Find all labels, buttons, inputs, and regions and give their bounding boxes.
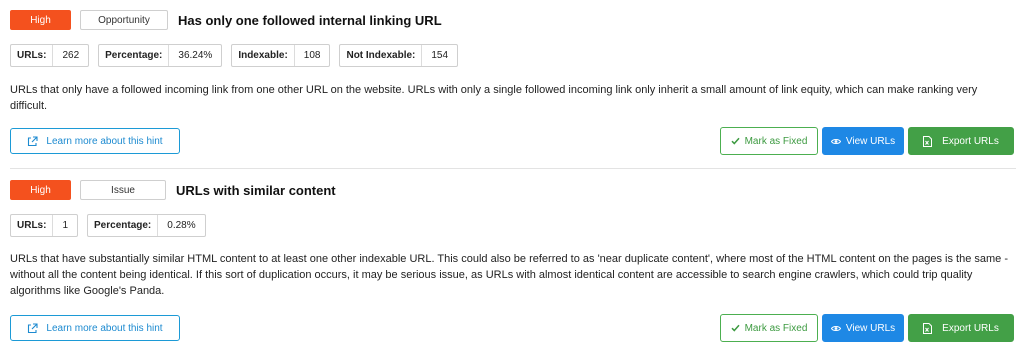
spreadsheet-icon [923,322,933,334]
type-badge: Opportunity [80,10,168,30]
stat-label: Percentage: [94,219,152,231]
learn-more-button[interactable]: Learn more about this hint [10,128,180,154]
hint-actions: Mark as Fixed View URLs Export URLs [716,314,1014,342]
hint-header: High Opportunity Has only one followed i… [10,10,442,30]
stat-label: Indexable: [238,49,288,61]
checkmark-icon [731,137,740,145]
stat-value: 108 [293,44,330,66]
hint-divider [10,168,1016,169]
stat-value: 262 [52,44,88,66]
view-urls-button[interactable]: View URLs [822,127,904,155]
stats-row: URLs: 262 Percentage: 36.24% Indexable: … [10,43,467,67]
stat-urls: URLs: 1 [10,213,79,237]
hint-title: Has only one followed internal linking U… [178,12,442,28]
mark-as-fixed-button[interactable]: Mark as Fixed [720,314,818,342]
stat-label: URLs: [17,219,47,231]
stat-value: 154 [421,44,457,66]
hint-card: High Issue URLs with similar content URL… [0,170,1024,353]
learn-more-button[interactable]: Learn more about this hint [10,315,180,341]
mark-as-fixed-label: Mark as Fixed [744,322,808,334]
stat-indexable: Indexable: 108 [231,43,331,67]
hint-description: URLs that have substantially similar HTM… [10,253,1008,297]
stat-label: Percentage: [105,49,163,61]
external-link-icon [27,135,38,147]
stat-percentage: Percentage: 0.28% [87,213,206,237]
stat-label: Not Indexable: [346,49,416,61]
hint-header: High Issue URLs with similar content [10,180,336,200]
external-link-icon [27,322,38,334]
stat-value: 1 [52,214,77,236]
stat-not-indexable: Not Indexable: 154 [339,43,459,67]
view-urls-label: View URLs [845,322,896,334]
hint-actions: Mark as Fixed View URLs Export URLs [716,127,1014,155]
export-urls-button[interactable]: Export URLs [908,127,1014,155]
priority-badge: High [10,10,71,30]
hint-description: URLs that only have a followed incoming … [10,84,978,112]
eye-icon [830,325,841,332]
stat-label: URLs: [17,49,47,61]
learn-more-label: Learn more about this hint [46,322,163,334]
stat-value: 0.28% [157,214,204,236]
stat-urls: URLs: 262 [10,43,90,67]
learn-more-label: Learn more about this hint [46,135,163,147]
spreadsheet-icon [923,135,933,147]
mark-as-fixed-label: Mark as Fixed [744,135,808,147]
export-urls-label: Export URLs [942,322,999,334]
checkmark-icon [731,324,740,332]
export-urls-button[interactable]: Export URLs [908,314,1014,342]
mark-as-fixed-button[interactable]: Mark as Fixed [720,127,818,155]
stats-row: URLs: 1 Percentage: 0.28% [10,213,215,237]
hint-title: URLs with similar content [176,182,336,198]
stat-percentage: Percentage: 36.24% [98,43,223,67]
priority-badge: High [10,180,71,200]
view-urls-button[interactable]: View URLs [822,314,904,342]
view-urls-label: View URLs [845,135,896,147]
type-badge: Issue [80,180,166,200]
hint-card: High Opportunity Has only one followed i… [0,0,1024,168]
stat-value: 36.24% [168,44,221,66]
export-urls-label: Export URLs [942,135,999,147]
eye-icon [830,138,841,145]
